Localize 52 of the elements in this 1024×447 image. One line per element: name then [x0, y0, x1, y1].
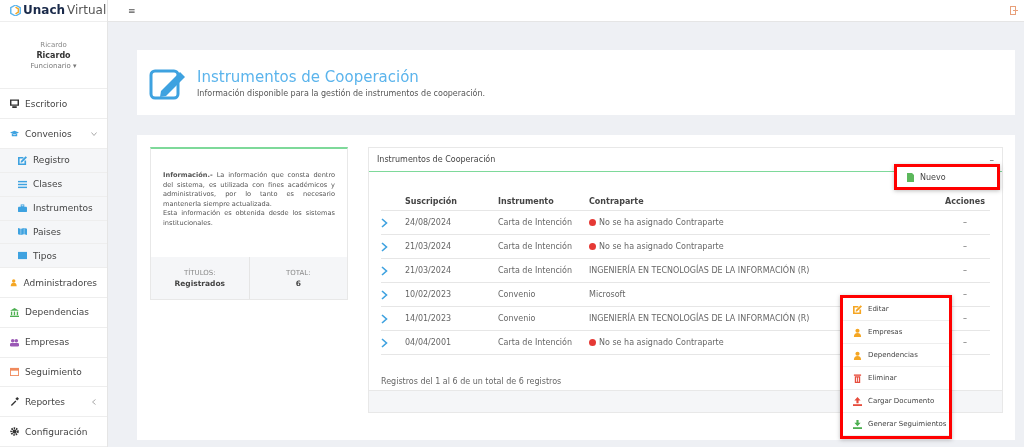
chevron-right-icon[interactable] — [381, 265, 388, 276]
table-cell-text: Convenio — [498, 290, 537, 299]
table-cell-text: 21/03/2024 — [405, 266, 453, 275]
chevron-right-icon[interactable] — [381, 289, 388, 300]
page-title: Instrumentos de Cooperación — [197, 67, 420, 86]
table-cell-text: Carta de Intención — [498, 218, 574, 227]
table-cell: No se ha asignado Contraparte — [599, 218, 724, 227]
table-cell-text: Carta de Intención — [498, 338, 574, 347]
sidebar-subitem[interactable]: Paises — [0, 220, 107, 245]
brand-name: Unach — [23, 3, 66, 18]
user-name: Ricardo — [36, 50, 71, 60]
table-cell-text: Convenio — [498, 314, 537, 323]
sidebar-subitem[interactable]: Clases — [0, 172, 107, 197]
table-cell: No se ha asignado Contraparte — [599, 338, 724, 347]
logo-icon — [10, 4, 21, 16]
table-cell-text: 14/01/2023 — [405, 314, 453, 323]
menu-button[interactable]: ≡ — [128, 5, 136, 16]
table-cell: Microsoft — [589, 290, 626, 299]
table-cell-text: 04/04/2001 — [405, 338, 453, 347]
table-cell-text: 10/02/2023 — [405, 290, 453, 299]
sidebar-subitem[interactable]: Registro — [0, 149, 107, 173]
brand-suffix: Virtual — [67, 3, 107, 18]
panel-title: Instrumentos de Cooperación — [377, 155, 496, 164]
chevron-right-icon[interactable] — [381, 217, 388, 228]
chevron-right-icon[interactable] — [381, 241, 388, 252]
menu-item[interactable]: Nuevo — [897, 167, 997, 187]
sidebar-subitem[interactable]: Tipos — [0, 244, 107, 269]
records-summary: Registros del 1 al 6 de un total de 6 registros — [381, 377, 562, 386]
table-cell-text: Carta de Intención — [498, 242, 574, 251]
actions-button[interactable]: – — [963, 290, 967, 299]
sidebar-subitem[interactable]: Instrumentos — [0, 196, 107, 221]
table-cell: INGENIERÍA EN TECNOLOGÍAS DE LA INFORMACIÓN (R) — [589, 314, 810, 323]
collapse-button[interactable]: – — [989, 154, 994, 165]
actions-button[interactable]: – — [963, 266, 967, 275]
page-subtitle: Información disponible para la gestión de instrumentos de cooperación. — [197, 88, 486, 98]
actions-button[interactable]: – — [963, 314, 967, 323]
actions-button[interactable]: – — [963, 242, 967, 251]
table-cell: No se ha asignado Contraparte — [599, 242, 724, 251]
column-header: Acciones — [944, 196, 986, 206]
chevron-right-icon[interactable] — [381, 337, 388, 348]
column-header: Instrumento — [498, 196, 555, 206]
column-header: Contraparte — [589, 196, 645, 206]
table-cell-text: Carta de Intención — [498, 266, 574, 275]
table-cell-text: 24/08/2024 — [405, 218, 453, 227]
chevron-right-icon[interactable] — [381, 313, 388, 324]
table-cell-text: 21/03/2024 — [405, 242, 453, 251]
actions-button[interactable]: – — [963, 338, 967, 347]
file-icon — [907, 172, 914, 182]
actions-button[interactable]: – — [963, 218, 967, 227]
column-header: Suscripción — [405, 196, 459, 206]
exit-icon[interactable] — [1010, 6, 1018, 15]
table-cell: INGENIERÍA EN TECNOLOGÍAS DE LA INFORMACIÓN (R) — [589, 266, 810, 275]
